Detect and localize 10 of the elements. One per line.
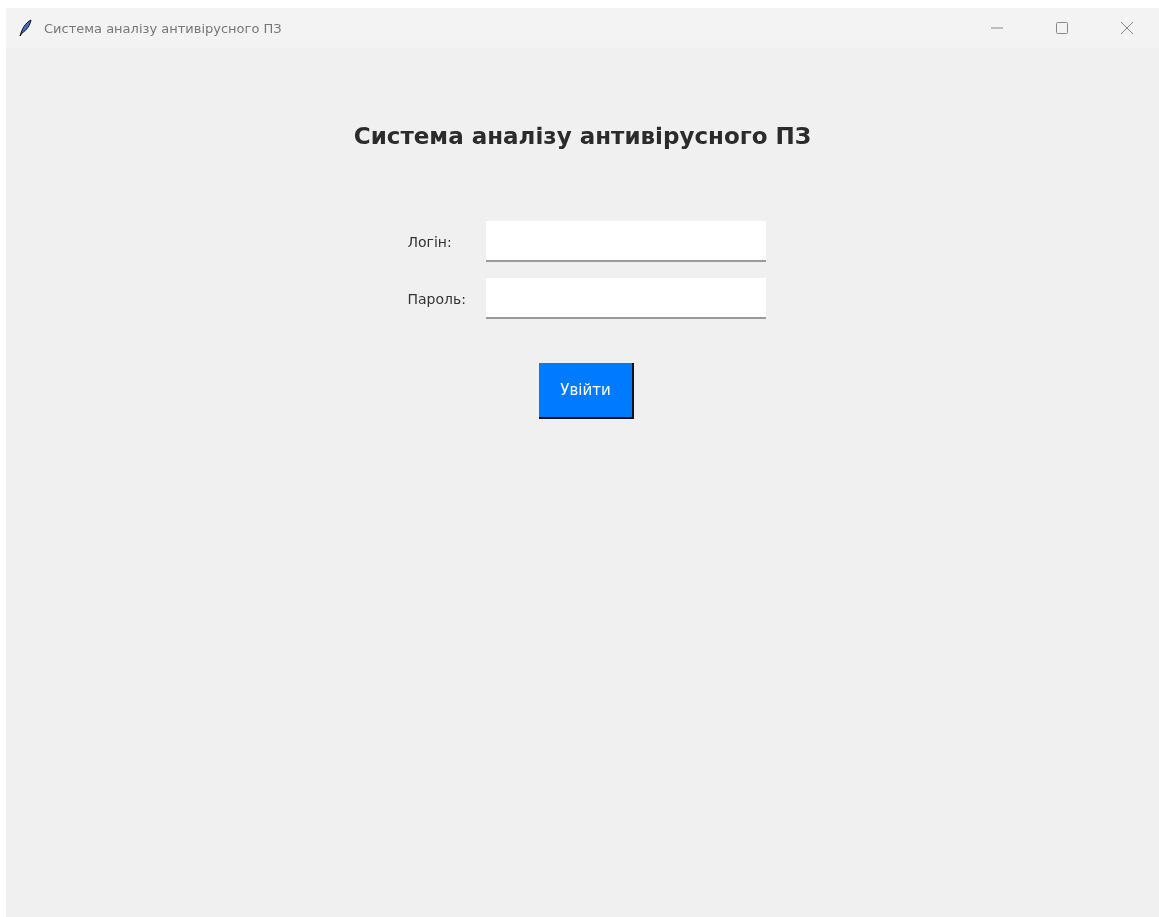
- field-label: Пароль:: [407, 290, 467, 307]
- close-icon: [1119, 21, 1134, 35]
- input-field[interactable]: [485, 278, 766, 319]
- login-button[interactable]: Увійти: [539, 363, 634, 419]
- input-field[interactable]: [485, 221, 766, 262]
- app-heading: Система аналізу антивірусного ПЗ: [353, 123, 812, 149]
- window-title: Система аналізу антивірусного ПЗ: [44, 20, 282, 36]
- feather-icon: [18, 19, 32, 37]
- maximize-icon: [1054, 21, 1069, 35]
- field-label: Логін:: [407, 233, 453, 250]
